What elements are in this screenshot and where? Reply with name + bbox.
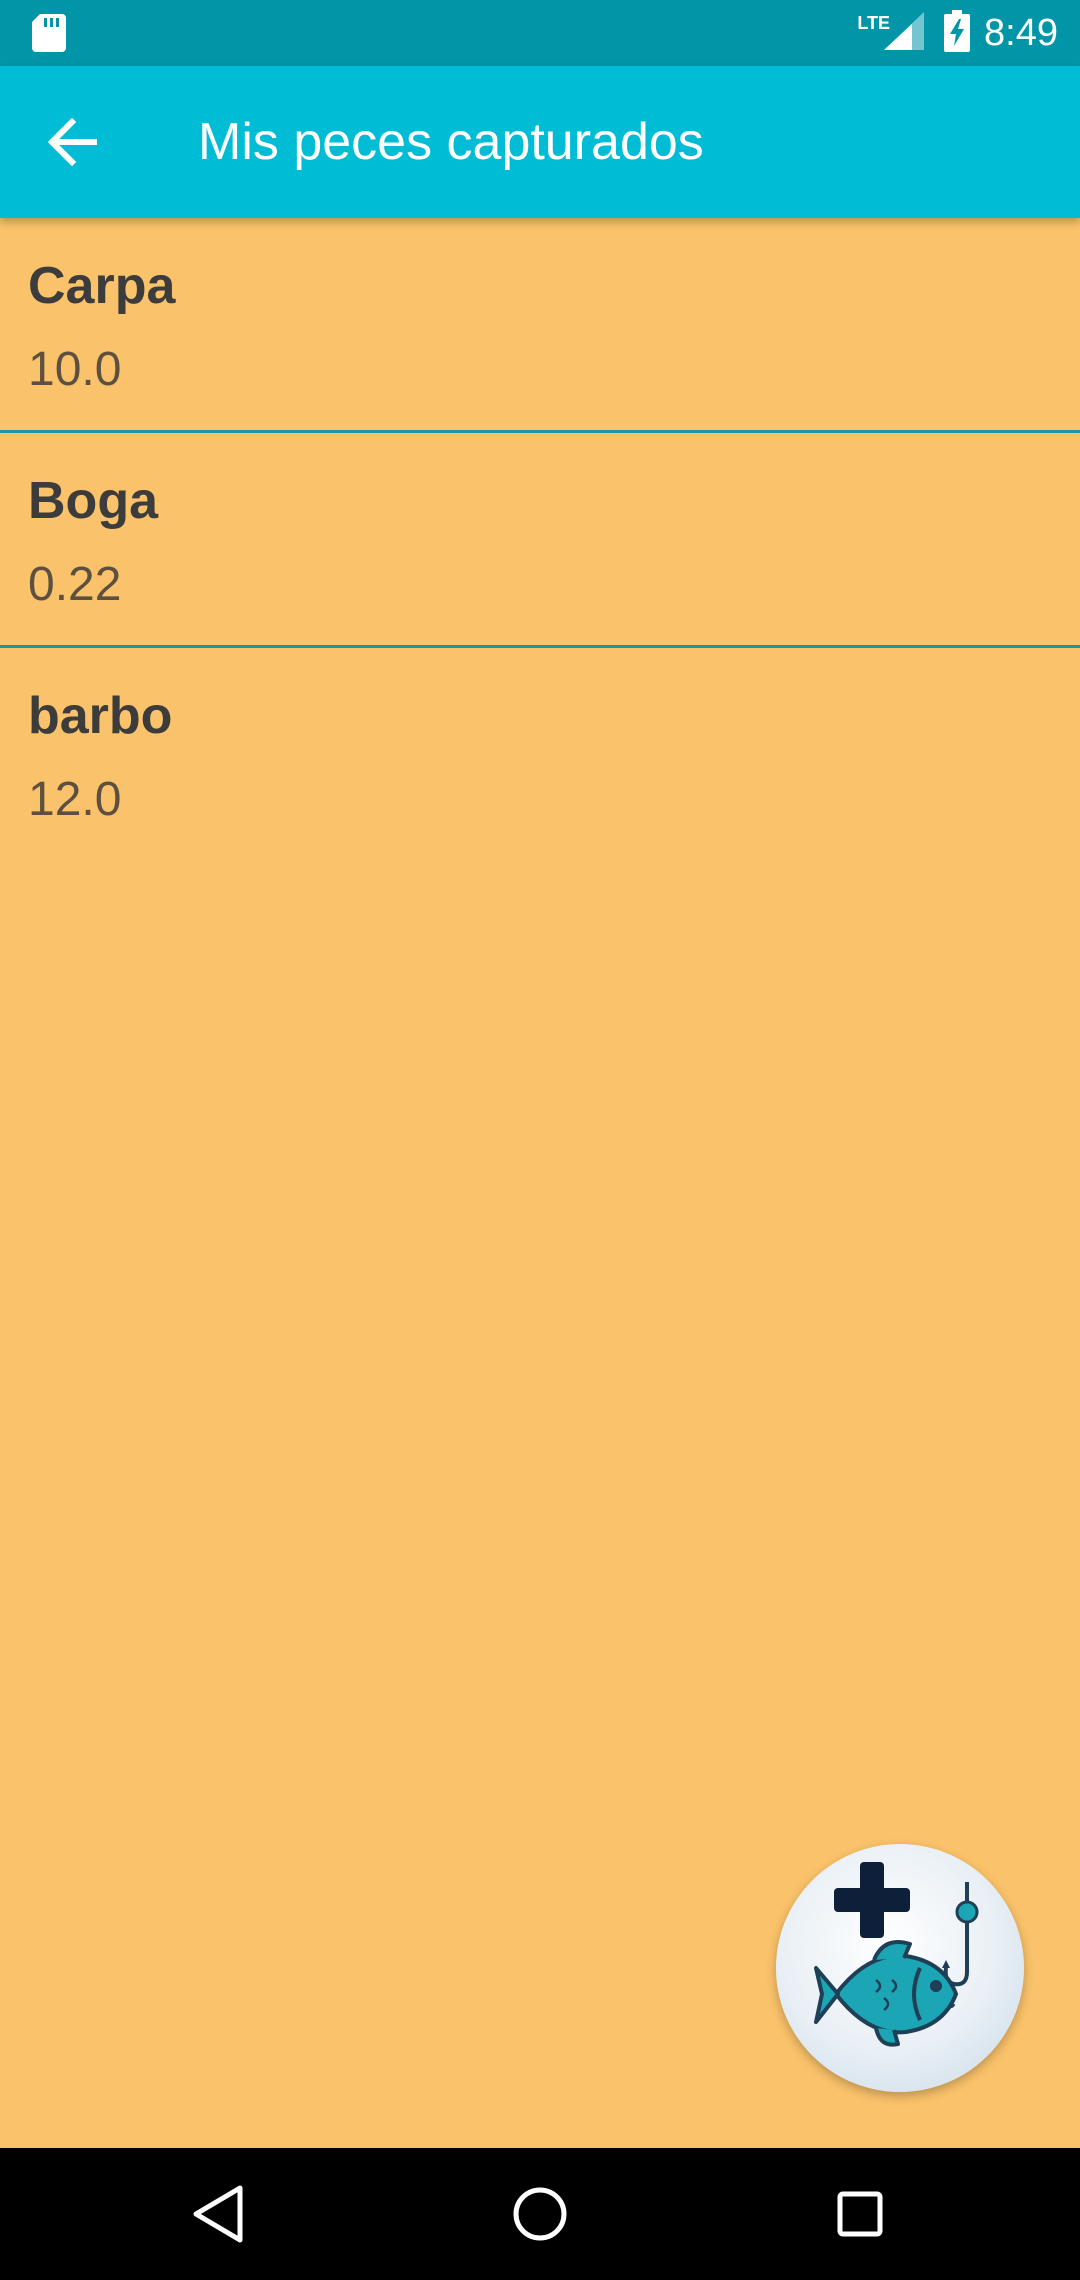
status-icons: LTE 8:49 (857, 0, 1058, 66)
fish-name: Carpa (28, 257, 176, 315)
add-fish-icon (814, 1862, 979, 2047)
battery-charging-icon (944, 9, 971, 57)
back-triangle-icon[interactable] (184, 2178, 256, 2250)
fish-value: 10.0 (28, 343, 122, 396)
fish-list: Carpa 10.0 Boga 0.22 barbo 12.0 (0, 218, 1080, 860)
list-item[interactable]: barbo 12.0 (0, 648, 1080, 860)
recents-square-icon[interactable] (824, 2178, 896, 2250)
network-type: LTE (857, 12, 891, 33)
status-bar: LTE 8:49 (0, 0, 1080, 66)
clock: 8:49 (984, 11, 1058, 54)
fish-value: 12.0 (28, 773, 122, 826)
screen: LTE 8:49 Mis peces capturados Carpa 10.0… (0, 0, 1080, 2280)
list-item[interactable]: Boga 0.22 (0, 433, 1080, 648)
list-item[interactable]: Carpa 10.0 (0, 218, 1080, 433)
sd-card-icon (32, 14, 66, 57)
arrow-back-icon[interactable] (44, 114, 104, 170)
fish-value: 0.22 (28, 558, 122, 611)
home-circle-icon[interactable] (504, 2178, 576, 2250)
page-title: Mis peces capturados (198, 113, 704, 171)
fish-name: Boga (28, 472, 158, 530)
fish-name: barbo (28, 687, 173, 745)
signal-icon (884, 11, 925, 55)
app-bar: Mis peces capturados (0, 66, 1080, 218)
navigation-bar (0, 2148, 1080, 2280)
add-fish-button[interactable] (776, 1844, 1024, 2092)
